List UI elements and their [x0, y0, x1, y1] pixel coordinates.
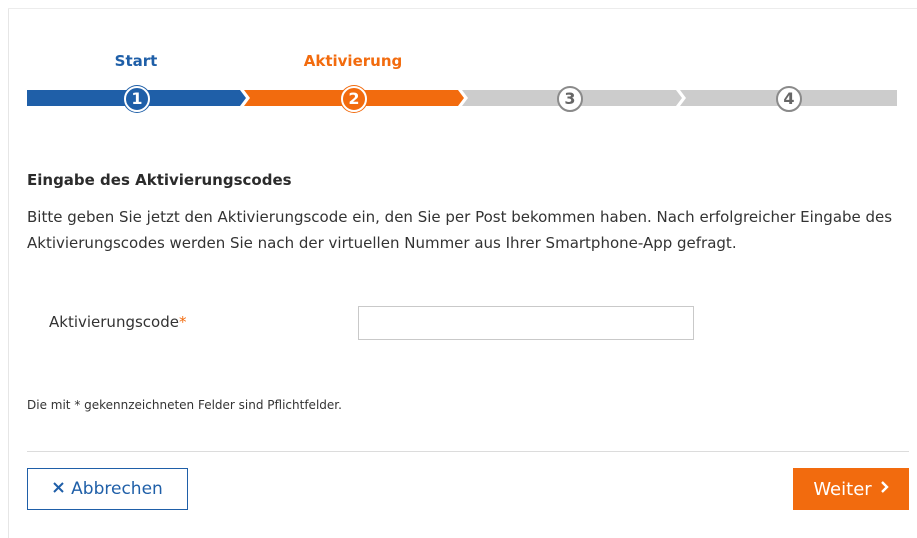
- close-icon: [52, 481, 65, 498]
- activation-code-label-text: Aktivierungscode: [49, 313, 179, 331]
- next-button-label: Weiter: [813, 478, 872, 500]
- section-description: Bitte geben Sie jetzt den Aktivierungsco…: [27, 208, 893, 252]
- step-4-circle: 4: [776, 86, 802, 112]
- section-heading: Eingabe des Aktivierungscodes: [27, 171, 292, 189]
- required-marker: *: [178, 313, 187, 331]
- activation-code-label: Aktivierungscode*: [49, 313, 186, 331]
- required-fields-note: Die mit * gekennzeichneten Felder sind P…: [27, 398, 342, 412]
- chevron-right-icon: [880, 480, 889, 498]
- footer-divider: [27, 451, 909, 452]
- step-2-circle: 2: [341, 86, 367, 112]
- step-1-circle: 1: [124, 86, 150, 112]
- step-3-circle: 3: [557, 86, 583, 112]
- next-button[interactable]: Weiter: [793, 468, 909, 510]
- cancel-button-label: Abbrechen: [71, 479, 163, 499]
- cancel-button[interactable]: Abbrechen: [27, 468, 188, 510]
- activation-code-input[interactable]: [358, 306, 694, 340]
